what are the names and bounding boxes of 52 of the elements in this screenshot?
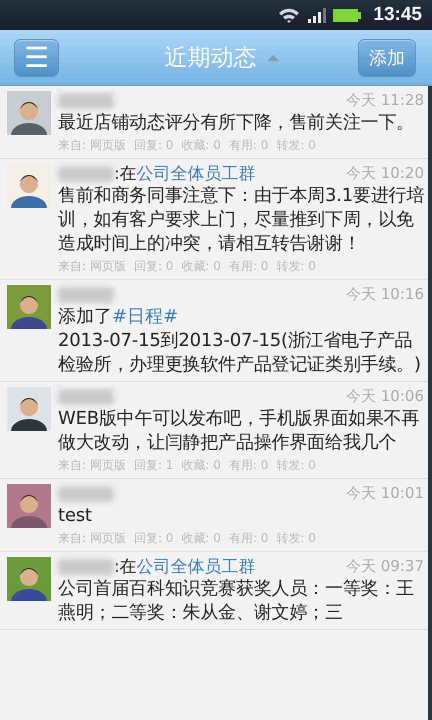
post-text: 2013-07-15到2013-07-15(浙江省电子产品检验所，办理更换软件产品登记证类别手续。) [58,329,422,377]
redacted-name [58,388,114,404]
post-time: 今天 10:16 [346,285,425,304]
battery-icon [333,7,362,23]
post-time: 今天 09:37 [346,557,425,576]
topic-link[interactable]: #日程# [112,305,178,329]
post-stat: 来自: 网页版 [58,137,126,154]
post-stat: 转发: 0 [276,530,316,547]
redacted-name [58,92,114,108]
post-stat: 转发: 0 [276,137,316,154]
post-stat: 有用: 0 [228,530,268,547]
post-text: 公司首届百科知识竞赛获奖人员：一等奖：王燕明；二等奖：朱从金、谢文婷；三 [58,577,416,625]
post-stat: 回复: 0 [134,530,174,547]
group-link[interactable]: 公司全体员工群 [136,162,256,185]
post-time: 今天 10:20 [346,164,425,183]
post-stat: 来自: 网页版 [58,457,126,474]
page-title: 近期动态 [164,44,256,73]
add-button[interactable]: 添加 [358,38,416,76]
post-time: 今天 10:01 [346,484,425,503]
post-stat: 收藏: 0 [181,258,221,275]
post-text: test [58,504,93,528]
post-time: 今天 11:28 [346,91,425,110]
post-stat: 有用: 0 [228,137,268,154]
post-stat: 来自: 网页版 [58,258,126,275]
post-stat: 回复: 0 [134,137,174,154]
group-link[interactable]: 公司全体员工群 [136,555,256,578]
post-stat: 收藏: 0 [181,530,221,547]
signal-icon [307,6,328,24]
group-prefix: :在 [114,163,137,185]
redacted-name [58,286,114,302]
redacted-name [58,558,114,574]
redacted-name [58,486,114,502]
post-time: 今天 10:06 [346,387,425,406]
post-text: 最近店铺动态评分有所下降，售前关注一下。 [58,111,416,135]
redacted-name [58,166,114,182]
caret-icon [266,54,278,62]
post-stat: 来自: 网页版 [58,530,126,547]
action-text: 添加了 [58,305,112,329]
status-time: 13:45 [373,4,422,26]
menu-button[interactable]: ☰ [14,38,59,76]
wifi-icon [277,6,302,24]
post-stat: 回复: 0 [134,258,174,275]
post-text: 售前和商务同事注意下：由于本周3.1要进行培训，如有客户要求上门，尽量推到下周，以免造成时间上的冲突，请相互转告谢谢！ [58,184,426,256]
post-stat: 回复: 1 [134,457,174,474]
post-stat: 收藏: 0 [181,457,221,474]
group-prefix: :在 [114,556,137,578]
post-stat: 有用: 0 [228,457,268,474]
post-stat: 有用: 0 [228,258,268,275]
post-stat: 转发: 0 [276,457,316,474]
post-stat: 收藏: 0 [181,137,221,154]
post-text: WEB版中午可以发布吧，手机版界面如果不再做大改动，让闫静把产品操作界面给我几个 [58,407,420,455]
post-stat: 转发: 0 [276,258,316,275]
